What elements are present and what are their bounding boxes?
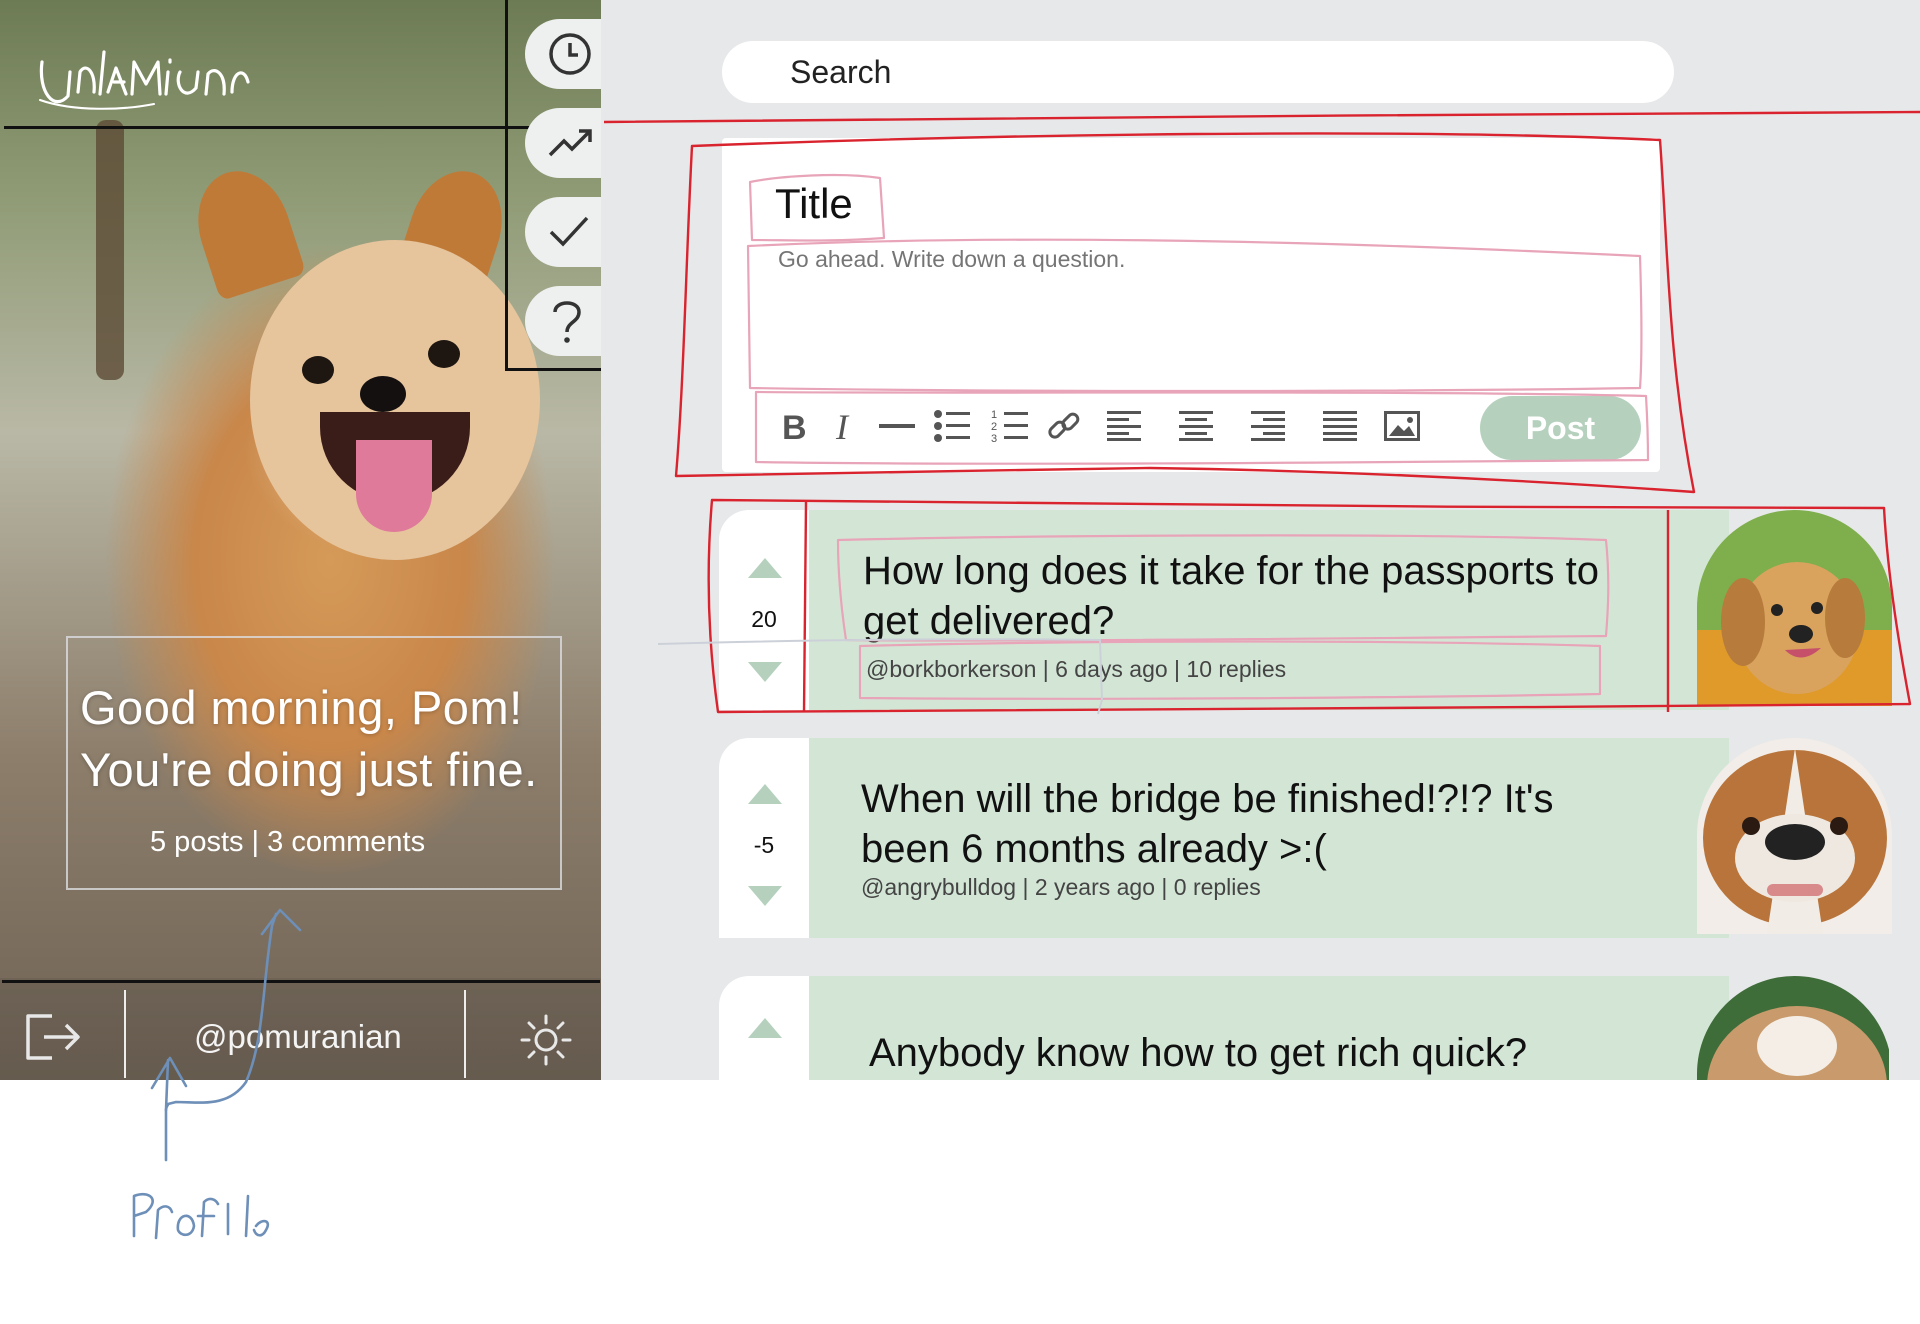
post-card[interactable]: Anybody know how to get rich quick? [719, 976, 1889, 1080]
logout-icon[interactable] [22, 1010, 84, 1064]
post-card[interactable]: 20 How long does it take for the passpor… [719, 510, 1892, 710]
puppy-avatar-image [1697, 510, 1892, 706]
svg-text:I: I [835, 409, 850, 443]
align-center-button[interactable] [1174, 404, 1218, 448]
bold-icon: B [782, 409, 807, 443]
numbered-list-button[interactable]: 123 [988, 404, 1032, 448]
annotation-area [0, 1080, 1920, 1324]
svg-text:B: B [782, 409, 807, 443]
search-input[interactable] [788, 52, 1612, 92]
markup-line [505, 368, 605, 371]
bold-button[interactable]: B [772, 404, 816, 448]
downvote-button[interactable] [748, 662, 782, 682]
dog-eye-right [428, 340, 460, 368]
composer-title-input[interactable]: Title [775, 180, 853, 228]
avatar[interactable] [1697, 510, 1892, 706]
italic-icon: I [835, 409, 850, 443]
composer-body-input[interactable] [776, 244, 1640, 378]
post-card[interactable]: -5 When will the bridge be finished!?!? … [719, 738, 1892, 938]
svg-text:2: 2 [991, 421, 997, 433]
svg-text:3: 3 [991, 433, 997, 444]
horizontal-rule-button[interactable] [875, 404, 919, 448]
post-title[interactable]: How long does it take for the passports … [863, 546, 1623, 646]
align-right-button[interactable] [1246, 404, 1290, 448]
markup-line [505, 0, 508, 370]
vote-column: 20 [719, 510, 809, 710]
dog-eye-left [302, 356, 334, 384]
justify-button[interactable] [1318, 404, 1362, 448]
insert-image-button[interactable] [1380, 404, 1424, 448]
background-tree [96, 120, 124, 380]
post-button[interactable]: Post [1480, 396, 1641, 460]
downvote-button[interactable] [748, 886, 782, 906]
trending-up-icon [548, 129, 592, 157]
post-meta: @angrybulldog | 2 years ago | 0 replies [861, 874, 1261, 900]
vote-column [719, 976, 809, 1080]
vote-count: 20 [751, 606, 777, 632]
bullet-list-button[interactable] [930, 404, 974, 448]
justify-icon [1323, 411, 1357, 441]
greeting-title: Good morning, Pom! [80, 681, 523, 734]
link-button[interactable] [1042, 404, 1086, 448]
markup-line [2, 980, 600, 983]
post-meta: @borkborkerson | 6 days ago | 10 replies [866, 656, 1287, 682]
align-left-button[interactable] [1102, 404, 1146, 448]
greeting-subtitle: You're doing just fine. [80, 743, 538, 796]
profile-username-link[interactable]: @pomuranian [194, 1018, 402, 1056]
brand-logo[interactable] [34, 32, 264, 122]
link-icon [1048, 412, 1080, 439]
dog-nose [360, 376, 406, 412]
upvote-button[interactable] [748, 784, 782, 804]
upvote-button[interactable] [748, 1018, 782, 1038]
bullet-list-icon [934, 410, 970, 442]
profile-hero-panel [0, 0, 601, 1080]
markup-line [4, 126, 602, 129]
bulldog-avatar-image [1697, 738, 1892, 934]
footer-divider [124, 990, 126, 1078]
upvote-button[interactable] [748, 558, 782, 578]
horizontal-rule-icon [879, 424, 915, 428]
image-icon [1384, 411, 1420, 441]
check-icon [549, 216, 589, 247]
italic-button[interactable]: I [824, 404, 868, 448]
vote-count: -5 [753, 832, 775, 858]
align-left-icon [1107, 411, 1141, 441]
align-center-icon [1179, 411, 1213, 441]
footer-divider [464, 990, 466, 1078]
avatar[interactable] [1697, 738, 1892, 934]
vote-column: -5 [719, 738, 809, 938]
numbered-list-icon: 123 [991, 409, 1028, 444]
question-icon [553, 301, 581, 343]
dog-tongue [356, 440, 432, 532]
clock-icon [549, 33, 591, 75]
post-title[interactable]: Anybody know how to get rich quick? [869, 1028, 1629, 1078]
search-bar[interactable] [722, 41, 1674, 103]
svg-text:1: 1 [991, 409, 997, 421]
dog-ear-left [183, 159, 307, 301]
user-stats: 5 posts | 3 comments [150, 826, 426, 858]
post-title[interactable]: When will the bridge be finished!?!? It'… [861, 774, 1621, 874]
sun-icon[interactable] [516, 1010, 576, 1070]
align-right-icon [1251, 411, 1285, 441]
